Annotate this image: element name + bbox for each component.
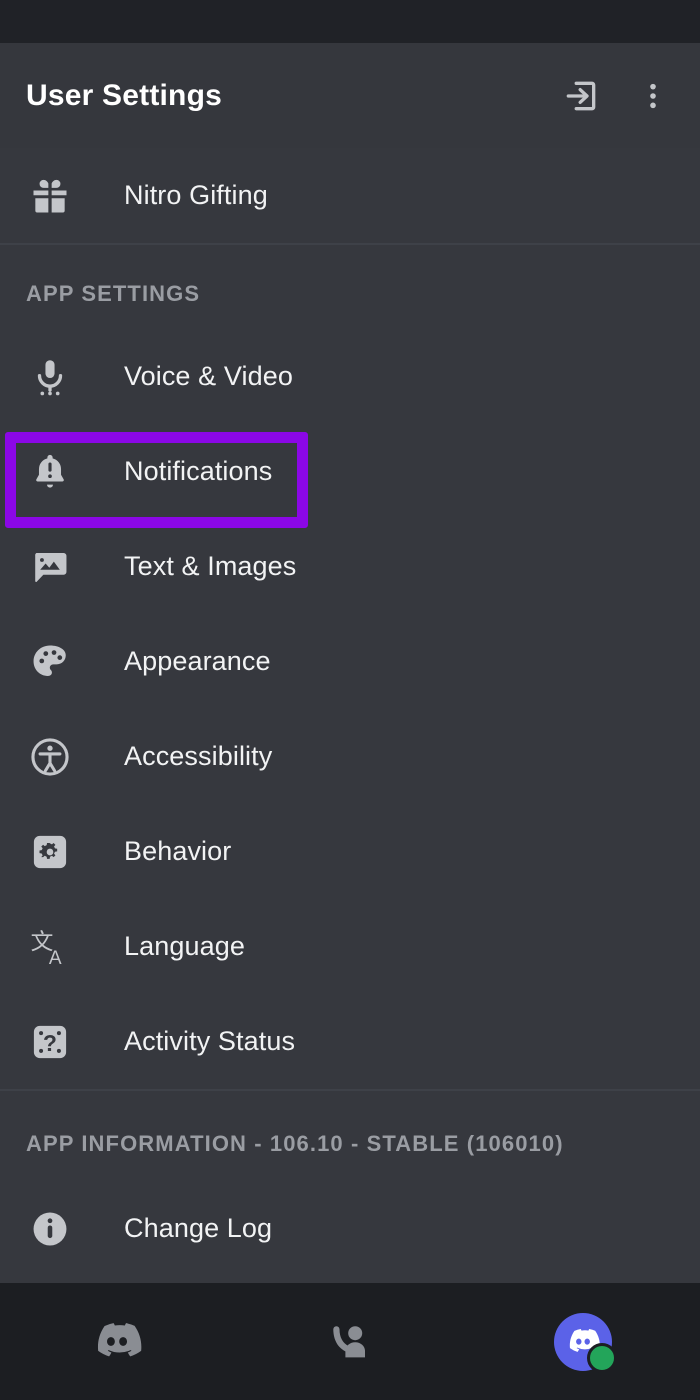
sidebar-item-nitro-gifting[interactable]: Nitro Gifting	[0, 148, 700, 243]
screen-header: User Settings	[0, 43, 700, 148]
sidebar-item-label: Appearance	[124, 646, 271, 676]
info-circle-icon	[24, 1208, 76, 1250]
sidebar-item-change-log[interactable]: Change Log	[0, 1181, 700, 1276]
servers-tab[interactable]	[0, 1283, 233, 1400]
app-settings-section: APP SETTINGS Voice & Video Notifications…	[0, 245, 700, 1089]
page-title: User Settings	[26, 78, 222, 112]
sidebar-item-label: Voice & Video	[124, 361, 293, 391]
sidebar-item-label: Nitro Gifting	[124, 180, 268, 210]
status-bar	[0, 0, 700, 43]
sidebar-item-label: Change Log	[124, 1213, 273, 1243]
more-vertical-icon[interactable]	[630, 73, 676, 119]
person-wave-icon	[326, 1318, 374, 1366]
chat-image-icon	[24, 546, 76, 588]
sidebar-item-voice-video[interactable]: Voice & Video	[0, 329, 700, 424]
nitro-section: Nitro Gifting	[0, 148, 700, 243]
sidebar-item-label: Notifications	[124, 456, 273, 486]
section-heading-app-information: APP INFORMATION - 106.10 - STABLE (10601…	[26, 1131, 564, 1156]
svg-text:?: ?	[43, 1029, 57, 1055]
user-settings-screen: User Settings Nitro Gifting APP SETTINGS…	[0, 0, 700, 1400]
sidebar-item-label: Language	[124, 931, 245, 961]
sidebar-item-text-images[interactable]: Text & Images	[0, 519, 700, 614]
header-actions	[558, 73, 676, 119]
friends-tab[interactable]	[233, 1283, 466, 1400]
sidebar-item-accessibility[interactable]: Accessibility	[0, 709, 700, 804]
app-information-section: APP INFORMATION - 106.10 - STABLE (10601…	[0, 1091, 700, 1276]
palette-icon	[24, 641, 76, 683]
microphone-icon	[24, 356, 76, 398]
accessibility-icon	[24, 735, 76, 779]
sidebar-item-label: Behavior	[124, 836, 232, 866]
logout-icon[interactable]	[558, 73, 604, 119]
sidebar-item-language[interactable]: 文 A Language	[0, 899, 700, 994]
sidebar-item-appearance[interactable]: Appearance	[0, 614, 700, 709]
sidebar-item-behavior[interactable]: Behavior	[0, 804, 700, 899]
sidebar-item-label: Accessibility	[124, 741, 273, 771]
discord-logo-icon	[91, 1316, 143, 1368]
sidebar-item-activity-status[interactable]: ? Activity Status	[0, 994, 700, 1089]
bell-alert-icon	[24, 451, 76, 493]
sidebar-item-notifications[interactable]: Notifications	[0, 424, 700, 519]
profile-tab[interactable]	[467, 1283, 700, 1400]
svg-text:A: A	[49, 948, 62, 969]
gift-icon	[24, 174, 76, 218]
bottom-navigation-bar	[0, 1283, 700, 1400]
sidebar-item-label: Text & Images	[124, 551, 297, 581]
translate-icon: 文 A	[24, 925, 76, 969]
avatar[interactable]	[554, 1312, 618, 1373]
gear-square-icon	[24, 831, 76, 873]
sidebar-item-label: Activity Status	[124, 1026, 296, 1056]
dice-question-icon: ?	[24, 1021, 76, 1063]
status-badge	[587, 1342, 618, 1373]
section-heading-app-settings: APP SETTINGS	[26, 281, 201, 306]
